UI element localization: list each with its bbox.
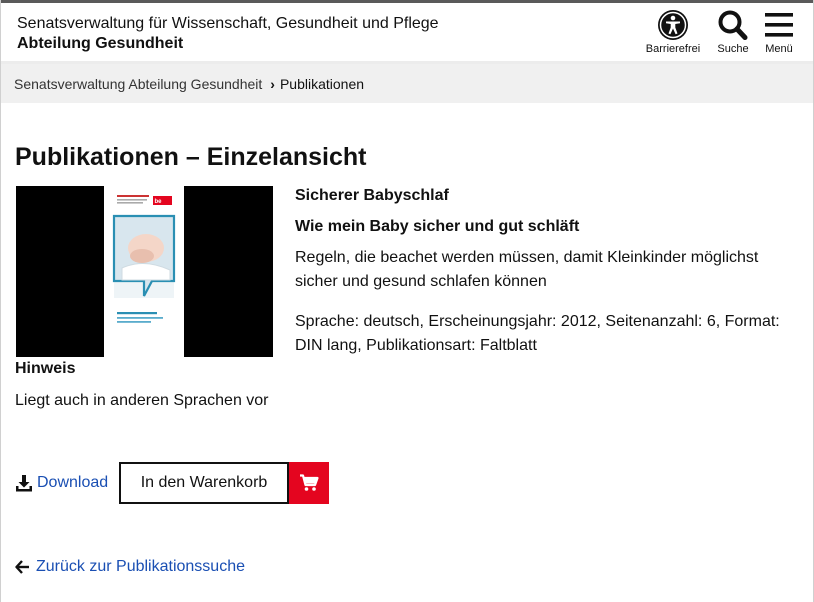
- add-to-cart-button[interactable]: In den Warenkorb: [119, 462, 289, 504]
- page-frame: Senatsverwaltung für Wissenschaft, Gesun…: [0, 0, 814, 602]
- cover-page: be: [104, 186, 184, 357]
- publication-meta: Sprache: deutsch, Erscheinungsjahr: 2012…: [295, 313, 780, 354]
- org-name-line2[interactable]: Abteilung Gesundheit: [17, 35, 183, 53]
- download-link[interactable]: Download: [15, 474, 108, 492]
- chevron-right-icon: ›: [270, 75, 275, 92]
- back-to-search-link[interactable]: Zurück zur Publikationssuche: [15, 558, 245, 576]
- publication-subtitle: Wie mein Baby sicher und gut schläft: [295, 218, 580, 235]
- publication-title: Sicherer Babyschlaf: [295, 187, 449, 204]
- breadcrumb-item-current[interactable]: Publikationen: [280, 76, 364, 92]
- publication-description: Regeln, die beachet werden müssen, damit…: [295, 249, 759, 290]
- svg-text:be: be: [155, 199, 163, 205]
- breadcrumb-item-home[interactable]: Senatsverwaltung Abteilung Gesundheit: [14, 76, 262, 92]
- back-label: Zurück zur Publikationssuche: [36, 558, 245, 575]
- page-title: Publikationen – Einzelansicht: [15, 143, 367, 171]
- menu-icon: [765, 13, 793, 37]
- accessibility-label: Barrierefrei: [645, 43, 701, 55]
- search-icon: [718, 10, 748, 40]
- arrow-left-icon: [15, 560, 29, 574]
- menu-label: Menü: [765, 43, 793, 55]
- hint-heading: Hinweis: [15, 360, 76, 377]
- add-to-cart-label: In den Warenkorb: [140, 474, 268, 491]
- download-label: Download: [37, 474, 109, 491]
- hint-text: Liegt auch in anderen Sprachen vor: [15, 392, 269, 409]
- download-icon: [16, 475, 32, 492]
- cart-icon-button[interactable]: [289, 462, 329, 504]
- shopping-cart-icon: [300, 474, 319, 491]
- accessibility-icon: [658, 10, 688, 40]
- publication-cover-image: be: [16, 186, 273, 357]
- site-header: Senatsverwaltung für Wissenschaft, Gesun…: [1, 3, 813, 61]
- breadcrumb: Senatsverwaltung Abteilung Gesundheit › …: [1, 64, 813, 103]
- menu-button[interactable]: Menü: [749, 9, 809, 55]
- org-name-line1[interactable]: Senatsverwaltung für Wissenschaft, Gesun…: [17, 15, 439, 33]
- accessibility-button[interactable]: Barrierefrei: [643, 9, 703, 55]
